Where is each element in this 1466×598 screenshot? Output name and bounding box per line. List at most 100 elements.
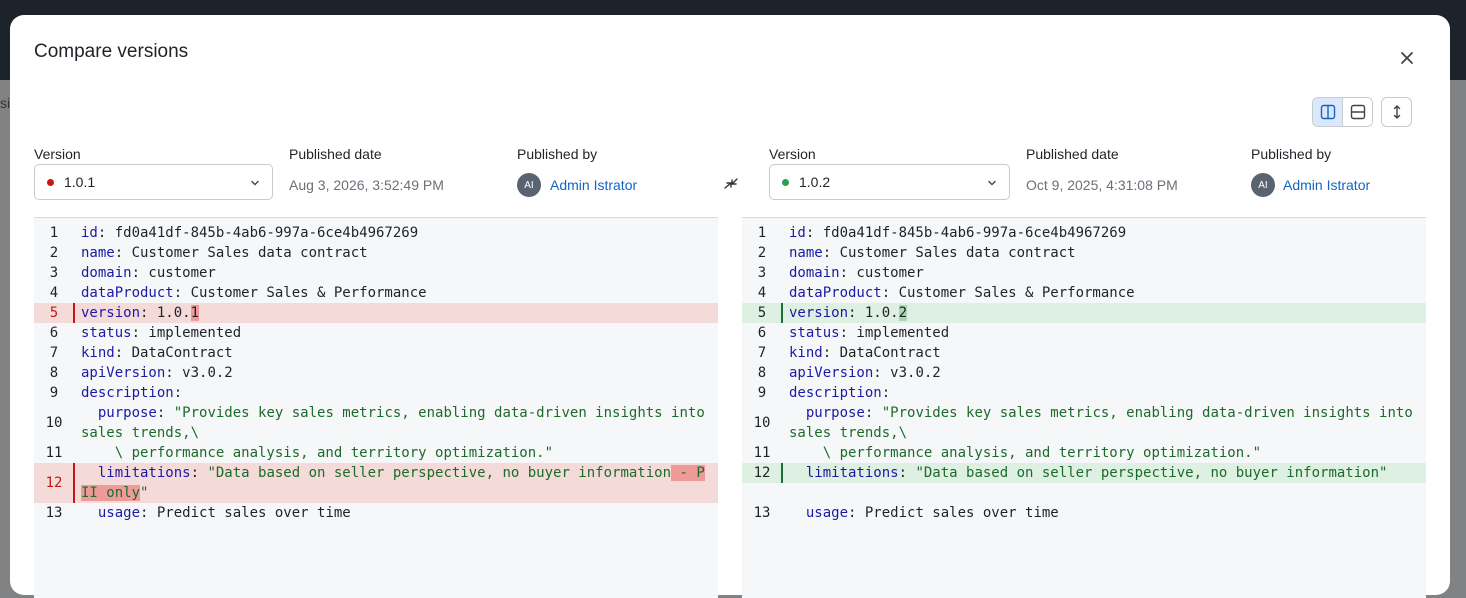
yaml-key: dataProduct bbox=[789, 285, 882, 301]
left-published-date-label: Published date bbox=[289, 146, 382, 162]
close-icon[interactable] bbox=[1397, 48, 1417, 68]
line-code: usage: Predict sales over time bbox=[74, 503, 718, 523]
right-diff-pane[interactable]: 1 id: fd0a41df-845b-4ab6-997a-6ce4b496726… bbox=[742, 217, 1426, 598]
diff-line: 10 purpose: "Provides key sales metrics,… bbox=[34, 403, 718, 443]
line-number: 5 bbox=[757, 305, 767, 321]
left-version-select[interactable]: 1.0.1 bbox=[34, 164, 273, 200]
diff-line: 3 domain: customer bbox=[34, 263, 718, 283]
line-code: version: 1.0.1 bbox=[74, 303, 718, 323]
line-number: 6 bbox=[757, 325, 767, 341]
modal-title: Compare versions bbox=[34, 41, 189, 62]
yaml-value: : Customer Sales data contract bbox=[822, 245, 1076, 261]
line-number: 7 bbox=[757, 345, 767, 361]
changed-text: 2 bbox=[898, 305, 908, 321]
diff-line: 1 id: fd0a41df-845b-4ab6-997a-6ce4b496726… bbox=[742, 223, 1426, 243]
diff-line: 8 apiVersion: v3.0.2 bbox=[742, 363, 1426, 383]
unified-view-icon[interactable] bbox=[1342, 98, 1372, 126]
diff-line: 12 limitations: "Data based on seller pe… bbox=[742, 463, 1426, 483]
line-code: apiVersion: v3.0.2 bbox=[782, 363, 1426, 383]
yaml-value: : bbox=[881, 385, 891, 401]
removed-dot-icon bbox=[47, 178, 54, 186]
line-code: purpose: "Provides key sales metrics, en… bbox=[74, 403, 718, 443]
yaml-key: name bbox=[81, 245, 115, 261]
line-number: 12 bbox=[45, 475, 63, 491]
right-published-by-label: Published by bbox=[1251, 146, 1332, 162]
line-number: 10 bbox=[45, 415, 63, 431]
line-number: 12 bbox=[753, 465, 771, 481]
yaml-string: "Data based on seller perspective, no bu… bbox=[915, 465, 1388, 481]
line-code: \ performance analysis, and territory op… bbox=[782, 443, 1426, 463]
line-code: description: bbox=[74, 383, 718, 403]
line-number: 11 bbox=[753, 445, 771, 461]
left-diff-pane[interactable]: 1 id: fd0a41df-845b-4ab6-997a-6ce4b496726… bbox=[34, 217, 718, 598]
changed-text: 1 bbox=[190, 305, 200, 321]
diff-line: 3 domain: customer bbox=[742, 263, 1426, 283]
line-code: usage: Predict sales over time bbox=[782, 503, 1426, 523]
yaml-string: \ performance analysis, and territory op… bbox=[822, 445, 1262, 461]
line-number: 9 bbox=[49, 385, 59, 401]
yaml-key: version bbox=[789, 305, 849, 321]
diff-line: 5 version: 1.0.1 bbox=[34, 303, 718, 323]
yaml-value: : implemented bbox=[131, 325, 242, 341]
line-number: 4 bbox=[49, 285, 59, 301]
avatar: AI bbox=[517, 173, 541, 197]
yaml-value: : fd0a41df-845b-4ab6-997a-6ce4b4967269 bbox=[97, 225, 419, 241]
line-code: purpose: "Provides key sales metrics, en… bbox=[782, 403, 1426, 443]
line-number: 1 bbox=[49, 225, 59, 241]
diff-line: 6 status: implemented bbox=[34, 323, 718, 343]
line-number: 13 bbox=[753, 505, 771, 521]
yaml-key: description bbox=[789, 385, 882, 401]
line-code: id: fd0a41df-845b-4ab6-997a-6ce4b4967269 bbox=[74, 223, 718, 243]
line-code: status: implemented bbox=[74, 323, 718, 343]
expand-icon[interactable] bbox=[1381, 97, 1412, 127]
yaml-value: : Customer Sales & Performance bbox=[881, 285, 1135, 301]
line-number: 3 bbox=[49, 265, 59, 281]
yaml-value: : bbox=[864, 405, 882, 421]
line-code: name: Customer Sales data contract bbox=[74, 243, 718, 263]
line-code: limitations: "Data based on seller persp… bbox=[74, 463, 718, 503]
diff-line: 7 kind: DataContract bbox=[34, 343, 718, 363]
left-published-date: Aug 3, 2026, 3:52:49 PM bbox=[289, 177, 444, 193]
compare-arrows-icon[interactable] bbox=[722, 175, 740, 198]
compare-versions-modal: Compare versions Version 1.0.1 Published… bbox=[10, 15, 1450, 598]
line-code: description: bbox=[782, 383, 1426, 403]
line-number: 11 bbox=[45, 445, 63, 461]
right-version-label: Version bbox=[769, 146, 816, 162]
right-version-value: 1.0.2 bbox=[799, 174, 831, 190]
yaml-key: limitations bbox=[805, 465, 899, 481]
line-code: dataProduct: Customer Sales & Performanc… bbox=[74, 283, 718, 303]
left-version-label: Version bbox=[34, 146, 81, 162]
right-publisher-link[interactable]: Admin Istrator bbox=[1283, 177, 1370, 193]
left-publisher-link[interactable]: Admin Istrator bbox=[550, 177, 637, 193]
diff-line: 7 kind: DataContract bbox=[742, 343, 1426, 363]
line-code: \ performance analysis, and territory op… bbox=[74, 443, 718, 463]
yaml-key: status bbox=[789, 325, 840, 341]
yaml-key: limitations bbox=[97, 465, 191, 481]
line-number: 10 bbox=[753, 415, 771, 431]
right-version-select[interactable]: 1.0.2 bbox=[769, 164, 1010, 200]
yaml-value: : DataContract bbox=[114, 345, 233, 361]
line-code: kind: DataContract bbox=[74, 343, 718, 363]
chevron-down-icon bbox=[251, 180, 259, 186]
yaml-value: : v3.0.2 bbox=[873, 365, 941, 381]
split-view-icon[interactable] bbox=[1313, 98, 1342, 126]
yaml-value: : bbox=[173, 385, 183, 401]
line-number: 9 bbox=[757, 385, 767, 401]
yaml-key: name bbox=[789, 245, 823, 261]
yaml-value: : implemented bbox=[839, 325, 950, 341]
yaml-value: : customer bbox=[839, 265, 924, 281]
view-toggle-group bbox=[1312, 97, 1373, 127]
yaml-value: : v3.0.2 bbox=[165, 365, 233, 381]
alignment-spacer bbox=[742, 483, 1426, 503]
yaml-value: : bbox=[190, 465, 208, 481]
line-code: version: 1.0.2 bbox=[782, 303, 1426, 323]
diff-line: 12 limitations: "Data based on seller pe… bbox=[34, 463, 718, 503]
diff-line: 1 id: fd0a41df-845b-4ab6-997a-6ce4b496726… bbox=[34, 223, 718, 243]
yaml-key: version bbox=[81, 305, 141, 321]
line-number: 6 bbox=[49, 325, 59, 341]
line-code: id: fd0a41df-845b-4ab6-997a-6ce4b4967269 bbox=[782, 223, 1426, 243]
right-published-date-label: Published date bbox=[1026, 146, 1119, 162]
background-partial-text: si bbox=[0, 95, 11, 111]
diff-line: 13 usage: Predict sales over time bbox=[34, 503, 718, 523]
line-number: 8 bbox=[757, 365, 767, 381]
